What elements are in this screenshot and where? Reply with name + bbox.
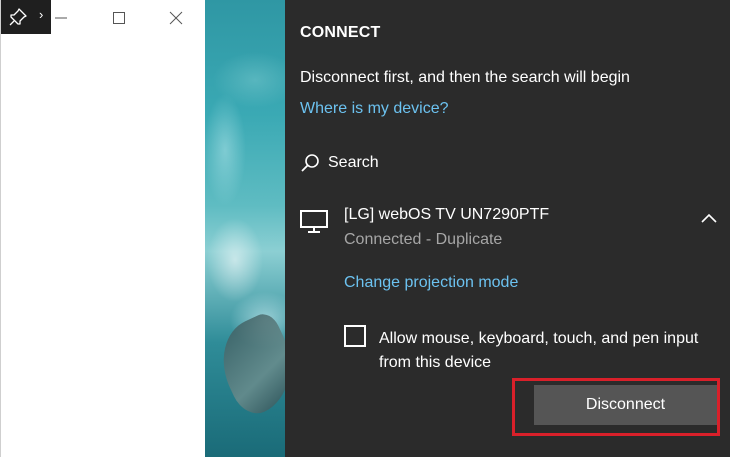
device-status: Connected - Duplicate [344, 231, 503, 248]
minimize-icon [55, 17, 67, 19]
close-button[interactable] [156, 4, 196, 30]
connect-panel: CONNECT Disconnect first, and then the s… [285, 0, 730, 457]
monitor-icon [300, 210, 328, 233]
status-message: Disconnect first, and then the search wi… [300, 69, 630, 86]
maximize-button[interactable] [99, 4, 139, 30]
minimize-button[interactable] [41, 4, 81, 30]
change-projection-mode-link[interactable]: Change projection mode [344, 274, 518, 292]
panel-title: CONNECT [300, 24, 381, 41]
close-icon [169, 11, 183, 25]
pin-icon [9, 8, 27, 26]
maximize-icon [113, 12, 125, 24]
disconnect-label: Disconnect [585, 396, 666, 413]
allow-input-checkbox[interactable] [344, 325, 366, 347]
search-button[interactable]: Search [300, 150, 379, 176]
chevron-up-icon [701, 213, 717, 223]
allow-input-label: Allow mouse, keyboard, touch, and pen in… [379, 330, 699, 371]
app-window: › [0, 0, 206, 457]
where-is-my-device-link[interactable]: Where is my device? [300, 100, 449, 118]
disconnect-button[interactable]: Disconnect [534, 385, 717, 425]
device-name: [LG] webOS TV UN7290PTF [344, 206, 550, 223]
wallpaper-detail [207, 309, 285, 421]
search-label: Search [328, 154, 379, 171]
search-icon [301, 154, 319, 172]
desktop-wallpaper [205, 0, 285, 457]
collapse-device-button[interactable] [699, 209, 719, 227]
